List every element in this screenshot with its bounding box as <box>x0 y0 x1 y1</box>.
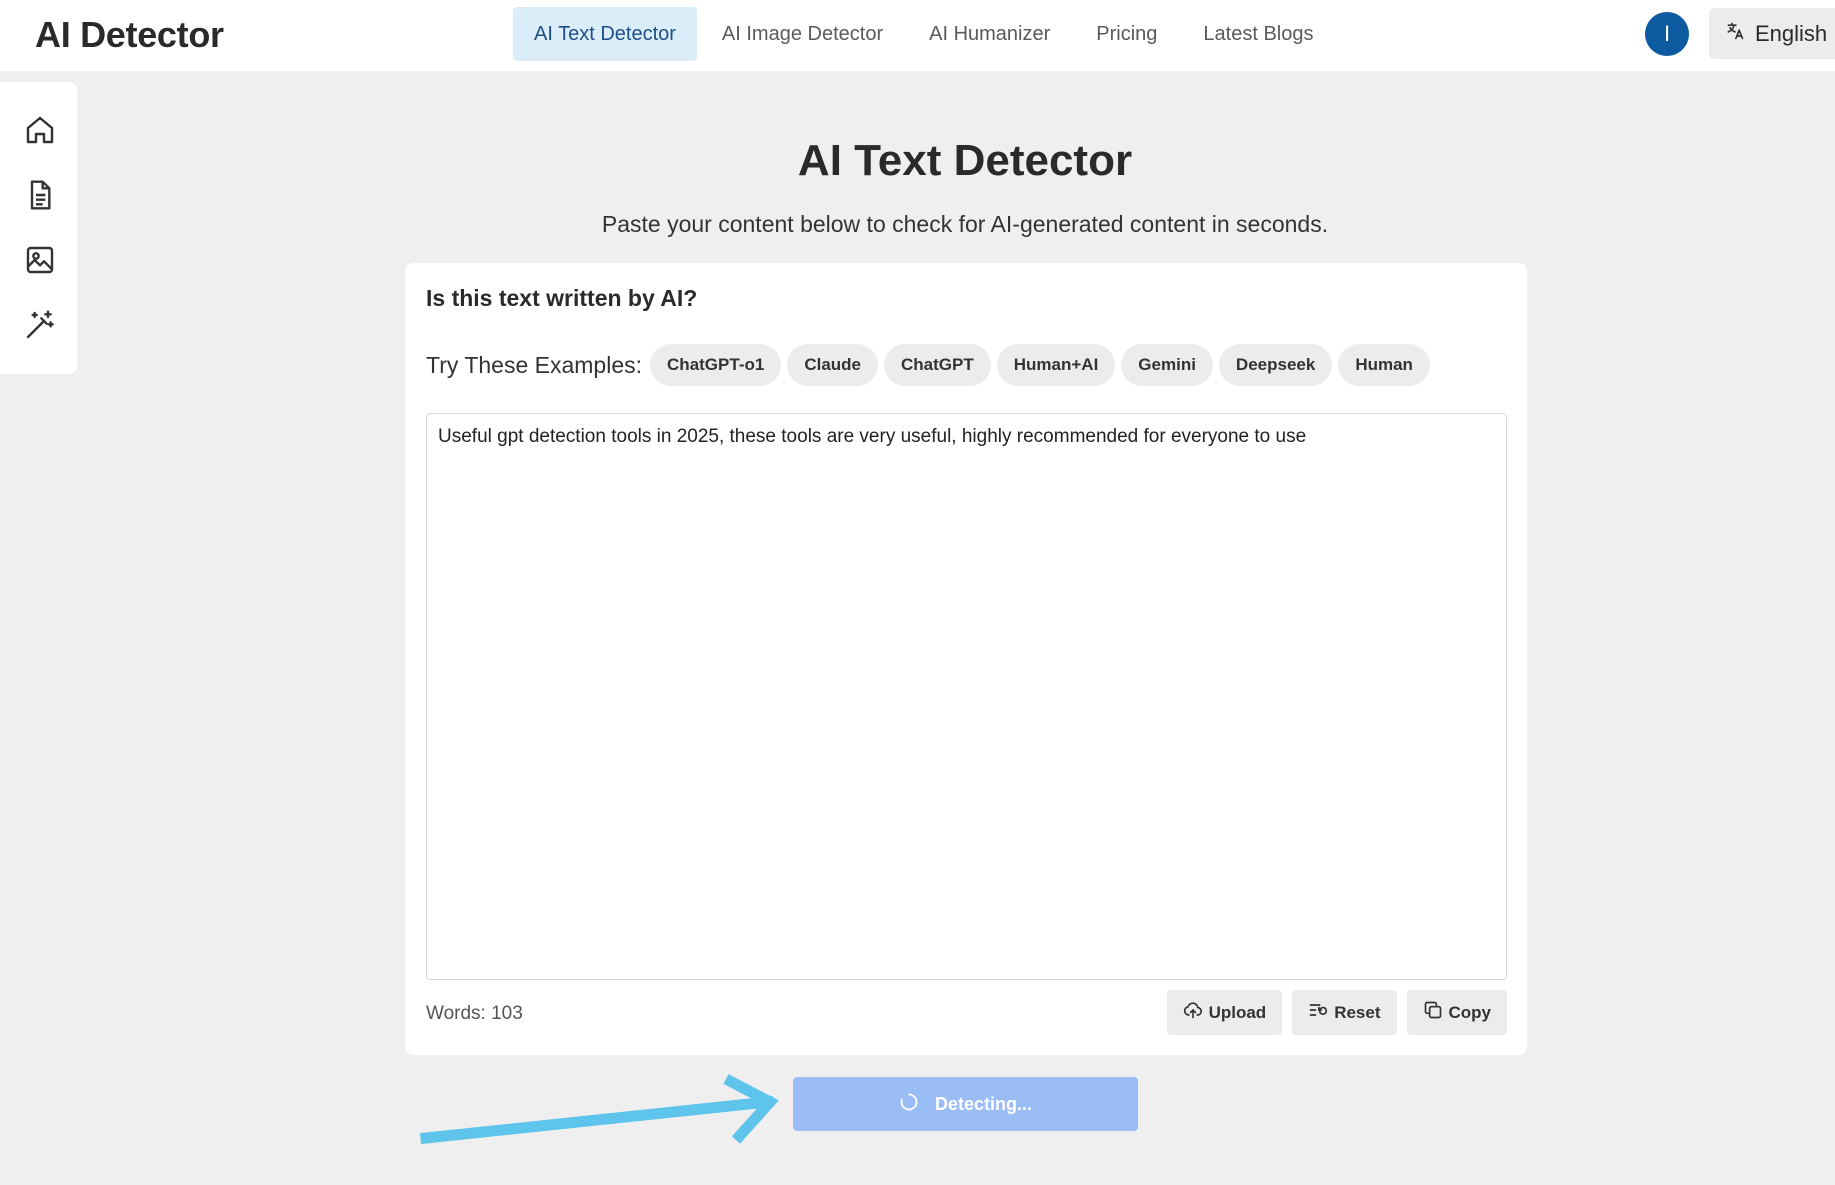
upload-cloud-icon <box>1183 1000 1203 1025</box>
translate-icon <box>1725 21 1745 47</box>
example-chip-chatgpt[interactable]: ChatGPT <box>884 344 991 386</box>
magic-wand-icon[interactable] <box>22 307 58 343</box>
nav-ai-image-detector[interactable]: AI Image Detector <box>701 7 904 61</box>
examples-label: Try These Examples: <box>426 351 643 378</box>
card-actions: Upload Reset Copy <box>1166 990 1507 1035</box>
user-avatar[interactable]: I <box>1645 12 1689 56</box>
card-question: Is this text written by AI? <box>426 285 698 311</box>
nav-ai-text-detector[interactable]: AI Text Detector <box>513 7 697 61</box>
upload-label: Upload <box>1208 1002 1267 1022</box>
example-chip-chatgpt-o1[interactable]: ChatGPT-o1 <box>650 344 782 386</box>
nav-ai-humanizer[interactable]: AI Humanizer <box>908 7 1071 61</box>
example-chip-deepseek[interactable]: Deepseek <box>1218 344 1333 386</box>
examples-row: Try These Examples: ChatGPT-o1 Claude Ch… <box>426 344 1430 386</box>
loading-spinner-icon <box>899 1092 919 1117</box>
page-subtitle: Paste your content below to check for AI… <box>601 211 1329 237</box>
language-selector[interactable]: English <box>1709 8 1835 59</box>
site-logo[interactable]: AI Detector <box>35 14 224 56</box>
page-title: AI Text Detector <box>797 136 1133 185</box>
nav-pricing[interactable]: Pricing <box>1075 7 1178 61</box>
detector-card: Is this text written by AI? Try These Ex… <box>405 263 1527 1055</box>
example-chip-claude[interactable]: Claude <box>787 344 879 386</box>
word-count: Words: 103 <box>426 1003 523 1024</box>
top-bar: AI Detector AI Text Detector AI Image De… <box>0 0 1835 71</box>
example-chip-human-ai[interactable]: Human+AI <box>996 344 1116 386</box>
reset-icon <box>1308 1000 1328 1025</box>
copy-icon <box>1423 1000 1443 1025</box>
text-input[interactable]: Useful gpt detection tools in 2025, thes… <box>426 413 1507 980</box>
main-nav: AI Text Detector AI Image Detector AI Hu… <box>513 7 1334 61</box>
example-chip-gemini[interactable]: Gemini <box>1121 344 1213 386</box>
upload-button[interactable]: Upload <box>1166 990 1283 1035</box>
annotation-arrow <box>420 1074 779 1145</box>
detect-button[interactable]: Detecting... <box>793 1077 1138 1131</box>
detect-label: Detecting... <box>934 1093 1032 1114</box>
example-chip-human[interactable]: Human <box>1338 344 1430 386</box>
image-icon[interactable] <box>22 242 58 278</box>
reset-button[interactable]: Reset <box>1292 990 1397 1035</box>
nav-latest-blogs[interactable]: Latest Blogs <box>1182 7 1334 61</box>
copy-button[interactable]: Copy <box>1406 990 1507 1035</box>
reset-label: Reset <box>1334 1002 1381 1022</box>
copy-label: Copy <box>1448 1002 1492 1022</box>
language-label: English <box>1755 20 1828 46</box>
